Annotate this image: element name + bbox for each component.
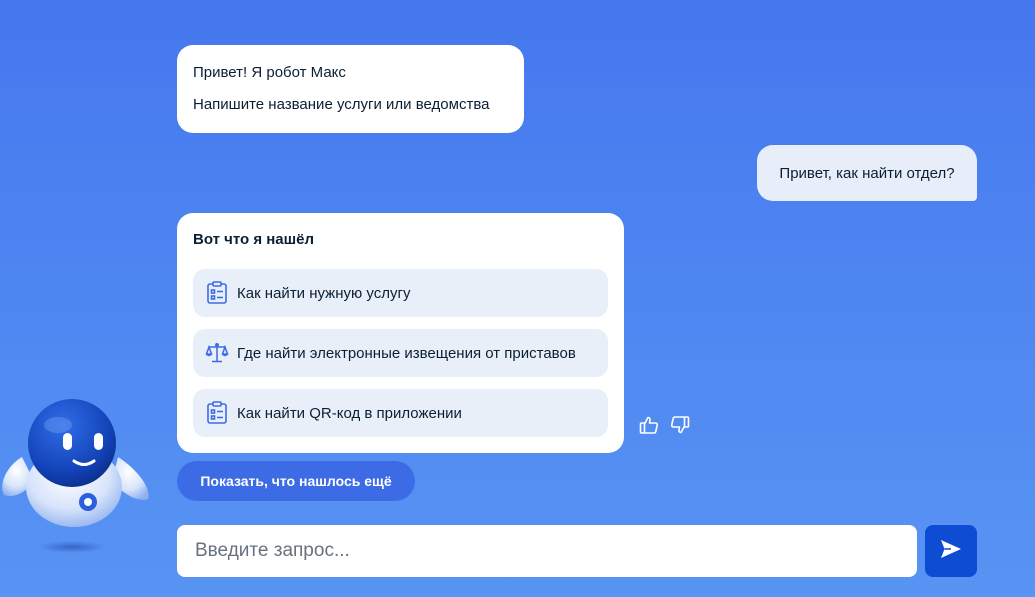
bot-greeting-bubble: Привет! Я робот Макс Напишите название у…	[177, 45, 524, 133]
robot-max-avatar	[0, 395, 155, 560]
thumbs-down-icon[interactable]	[668, 413, 692, 437]
result-item-label: Как найти QR-код в приложении	[237, 404, 462, 422]
results-title: Вот что я нашёл	[193, 231, 315, 248]
query-input-field[interactable]	[177, 525, 917, 577]
query-input[interactable]	[193, 539, 901, 563]
bot-greeting-line-2: Напишите название услуги или ведомства	[193, 96, 490, 113]
send-arrow-icon	[940, 539, 962, 564]
show-more-button[interactable]: Показать, что нашлось ещё	[177, 461, 415, 501]
send-button[interactable]	[925, 525, 977, 577]
bot-results-bubble: Вот что я нашёл Как найти нужную услугу	[177, 213, 624, 453]
result-item-find-service[interactable]: Как найти нужную услугу	[193, 269, 608, 317]
result-item-bailiff-notices[interactable]: Где найти электронные извещения от прист…	[193, 329, 608, 377]
result-item-qr-code[interactable]: Как найти QR-код в приложении	[193, 389, 608, 437]
result-item-label: Как найти нужную услугу	[237, 284, 411, 302]
thumbs-up-icon[interactable]	[637, 413, 661, 437]
result-item-label: Где найти электронные извещения от прист…	[237, 344, 576, 362]
clipboard-list-icon	[205, 401, 229, 425]
scales-icon	[205, 341, 229, 365]
user-message-bubble: Привет, как найти отдел?	[757, 145, 977, 201]
clipboard-list-icon	[205, 281, 229, 305]
bot-greeting-line-1: Привет! Я робот Макс	[193, 64, 346, 81]
